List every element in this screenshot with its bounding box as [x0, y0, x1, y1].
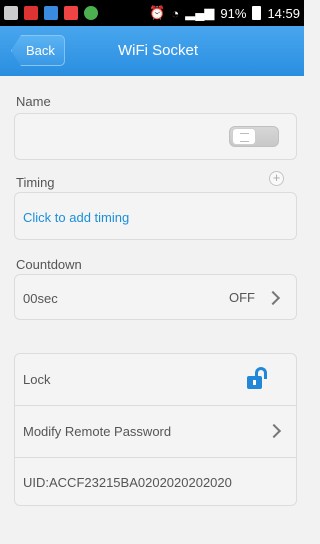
add-timing-link[interactable]: Click to add timing — [15, 193, 296, 241]
battery-icon — [252, 6, 262, 20]
picture-icon — [4, 6, 18, 20]
nav-bar: Back WiFi Socket — [0, 26, 304, 76]
lock-icon[interactable] — [247, 367, 269, 389]
system-status: ⏰ ◔ ▂▄▆ 91% 14:59 — [149, 5, 300, 21]
toggle-knob — [232, 128, 256, 145]
wifi-icon: ◔ — [171, 5, 180, 21]
countdown-card[interactable]: 00sec OFF — [14, 274, 297, 320]
settings-card: Lock Modify Remote Password UID:ACCF2321… — [14, 353, 297, 506]
main-content: Name Timing Click to add timing Countdow… — [0, 76, 304, 544]
battery-text: 91% — [220, 5, 247, 21]
countdown-state: OFF — [229, 290, 255, 305]
mail-icon — [64, 6, 78, 20]
clock: 14:59 — [267, 5, 300, 21]
name-label: Name — [16, 94, 51, 109]
modify-password-label: Modify Remote Password — [23, 424, 172, 439]
browser-icon — [84, 6, 98, 20]
alarm-icon: ⏰ — [149, 5, 166, 20]
document-icon — [44, 6, 58, 20]
pen-icon — [24, 6, 38, 20]
lock-label: Lock — [23, 372, 51, 387]
name-card — [14, 113, 297, 160]
page-title: WiFi Socket — [118, 42, 199, 59]
modify-password-row[interactable]: Modify Remote Password — [15, 406, 296, 457]
countdown-label: Countdown — [16, 257, 82, 272]
timing-card[interactable]: Click to add timing — [14, 192, 297, 240]
signal-icon: ▂▄▆ — [185, 5, 215, 20]
status-bar: ⏰ ◔ ▂▄▆ 91% 14:59 — [0, 0, 304, 26]
timing-label: Timing — [16, 175, 55, 190]
back-button[interactable]: Back — [11, 35, 65, 66]
name-toggle-switch[interactable] — [229, 126, 279, 147]
notification-icons — [4, 6, 98, 20]
uid-text: UID:ACCF23215BA0202020202020 — [23, 474, 232, 490]
add-timing-plus-icon[interactable]: + — [269, 171, 284, 186]
